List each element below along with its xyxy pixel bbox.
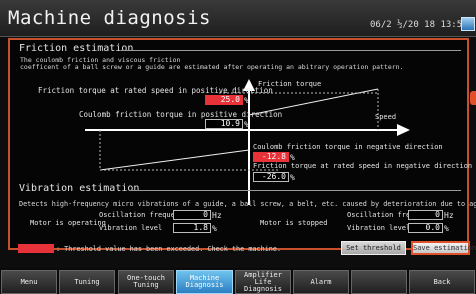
rated-pos-unit: % [244, 96, 249, 105]
vibration-section-divider [129, 190, 461, 191]
stop-vib-level-value: 0.0 [408, 223, 443, 233]
speed-axis-arrow [397, 124, 410, 136]
threshold-legend-text: : Threshold value has been exceeded. Che… [56, 245, 282, 253]
stop-osc-freq-value: 0 [408, 210, 443, 220]
speed-axis-label: Speed [375, 113, 397, 121]
nav-tuning[interactable]: Tuning [59, 270, 115, 294]
nav-back[interactable]: Back [409, 270, 475, 294]
nav-amplifier-life-diagnosis[interactable]: Amplifier Life Diagnosis [235, 270, 291, 294]
rated-neg-unit: % [290, 173, 295, 182]
op-vib-level-value: 1.8 [173, 223, 211, 233]
nav-machine-diagnosis[interactable]: Machine Diagnosis [176, 270, 233, 294]
negative-friction-line [99, 149, 250, 171]
nav-one-touch-tuning[interactable]: One-touch Tuning [118, 270, 174, 294]
op-osc-freq-unit: Hz [212, 211, 222, 220]
rated-neg-value: -26.0 [253, 172, 289, 182]
nav-empty-slot [351, 270, 407, 294]
coulomb-neg-label: Coulomb friction torque in negative dire… [253, 143, 443, 151]
rated-neg-label: Friction torque at rated speed in negati… [253, 162, 473, 170]
set-threshold-button[interactable]: Set threshold [341, 241, 406, 255]
threshold-legend-swatch [18, 244, 54, 253]
op-osc-freq-value: 0 [173, 210, 211, 220]
coulomb-pos-unit: % [244, 120, 249, 129]
motor-operating-label: Motor is operating [30, 219, 106, 227]
coulomb-neg-unit: % [290, 153, 295, 162]
nav-menu[interactable]: Menu [1, 270, 57, 294]
stop-osc-freq-unit: Hz [444, 211, 454, 220]
vibration-description: Detects high-frequency micro vibrations … [19, 200, 476, 208]
op-vib-level-label: Vibration level [99, 224, 163, 232]
coulomb-pos-value: 10.9 [205, 119, 243, 129]
rated-pos-value: 25.0 [205, 95, 243, 105]
save-estimation-button[interactable]: Save estimation [411, 241, 476, 255]
nav-alarm[interactable]: Alarm [293, 270, 349, 294]
op-vib-level-unit: % [212, 224, 217, 233]
coulomb-pos-label: Coulomb friction torque in positive dire… [79, 110, 283, 119]
vibration-section-title: Vibration estimation [19, 183, 140, 194]
coulomb-neg-value: -12.8 [253, 152, 289, 162]
stop-vib-level-unit: % [444, 224, 449, 233]
rated-pos-label: Friction torque at rated speed in positi… [38, 86, 273, 95]
stop-vib-level-label: Vibration level [347, 224, 411, 232]
motor-stopped-label: Motor is stopped [260, 219, 328, 227]
